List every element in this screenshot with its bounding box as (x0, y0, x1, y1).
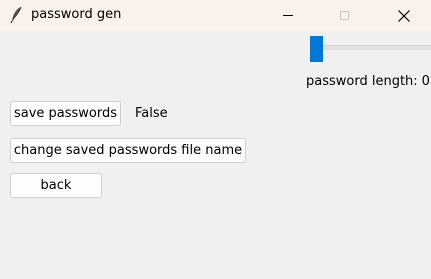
title-bar: password gen (0, 0, 431, 31)
password-length-text: password length: (306, 74, 418, 89)
minimize-button[interactable] (266, 0, 310, 31)
close-icon (398, 9, 410, 22)
password-length-slider-thumb[interactable] (310, 36, 323, 62)
password-length-value: 0 (421, 74, 430, 89)
maximize-button[interactable] (322, 0, 366, 31)
close-button[interactable] (382, 0, 426, 31)
back-button[interactable]: back (10, 173, 102, 198)
change-file-name-button[interactable]: change saved passwords file name (10, 138, 246, 163)
save-status-text: False (135, 106, 168, 121)
save-passwords-button[interactable]: save passwords (10, 101, 121, 126)
maximize-icon (339, 11, 349, 20)
feather-icon (9, 6, 23, 24)
minimize-icon (283, 15, 293, 16)
password-length-label: password length: 0 (306, 74, 430, 89)
window-title: password gen (31, 7, 122, 22)
password-length-slider-track[interactable] (311, 45, 431, 50)
